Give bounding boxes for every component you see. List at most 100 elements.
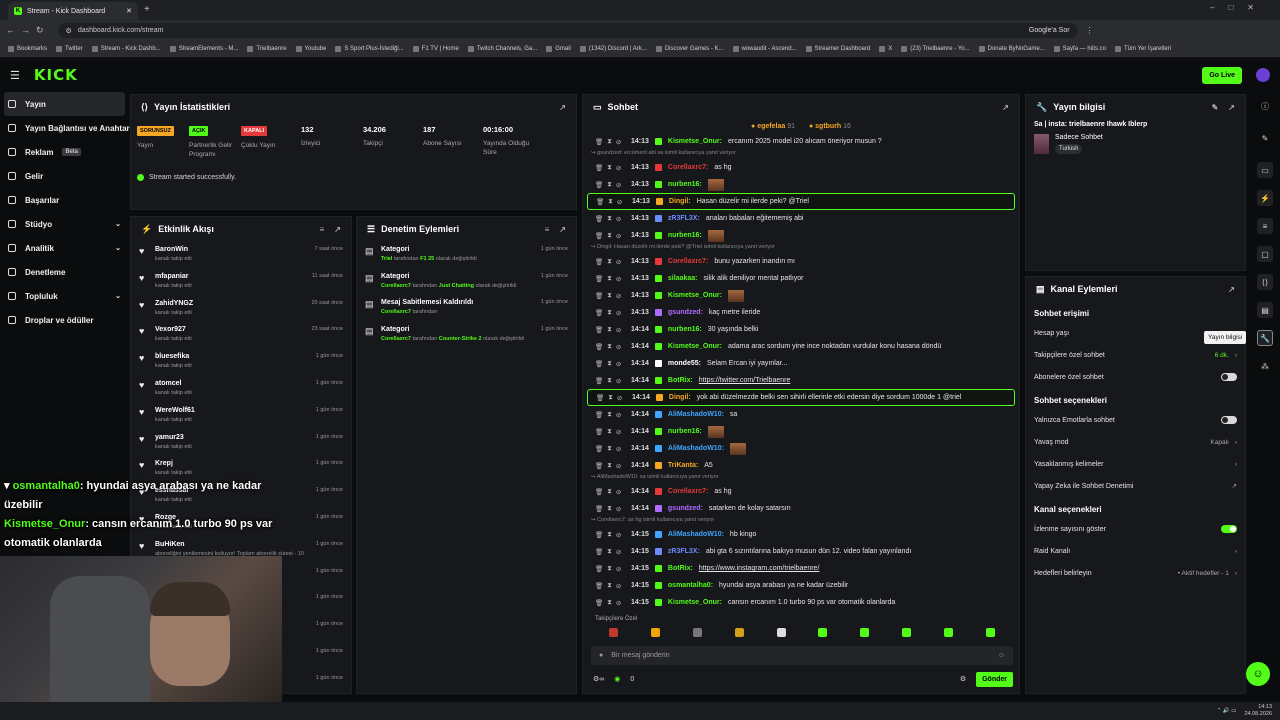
sidebar-item-1[interactable]: Yayın Bağlantısı ve Anahtar (0, 116, 130, 140)
bookmark-item[interactable]: wowaudit - Ascend... (732, 46, 797, 52)
bookmark-item[interactable]: Twitter (56, 46, 83, 52)
mod-tools[interactable]: 🗑 ⧗ ⊘ (595, 343, 625, 351)
delete-icon[interactable]: 🗑 (595, 582, 603, 590)
chat-message[interactable]: 🗑 ⧗ ⊘ 14:14 nurben16: (583, 423, 1019, 440)
delete-icon[interactable]: 🗑 (595, 565, 603, 573)
timeout-icon[interactable]: ⧗ (607, 548, 612, 556)
mod-user[interactable]: Corellaxrc7 (381, 283, 411, 289)
user-avatar[interactable] (1256, 68, 1270, 82)
timeout-icon[interactable]: ⧗ (607, 292, 612, 300)
bookmark-item[interactable]: Twitch Channels, Ga... (467, 46, 537, 52)
nav-arrows-icon[interactable]: ←→↻ (6, 25, 50, 36)
chat-message[interactable]: 🗑 ⧗ ⊘ 14:14 nurben16: 30 yaşında belki (583, 321, 1019, 338)
bookmark-item[interactable]: (1342) Discord | Ark... (579, 46, 647, 52)
message-user[interactable]: Corellaxrc7: (668, 258, 708, 265)
ban-icon[interactable]: ⊘ (616, 181, 621, 189)
tray-icons[interactable]: ⌃ 🔊 ▭ (1217, 708, 1237, 714)
bookmark-item[interactable]: (23) Trielbaenre - Yo... (901, 46, 970, 52)
message-user[interactable]: AliMashadoW10: (668, 531, 724, 538)
emote-icon[interactable] (901, 627, 911, 637)
message-text[interactable]: https://twitter.com/Trielbaenre (699, 377, 791, 384)
sidebar-item-2[interactable]: Reklam Beta (0, 140, 129, 164)
ban-icon[interactable]: ⊘ (617, 394, 622, 402)
message-user[interactable]: osmantalha0: (668, 582, 713, 589)
message-user[interactable]: monde55: (668, 360, 701, 367)
sidebar-item-4[interactable]: Başarılar (0, 188, 129, 212)
popout-icon[interactable]: ↗ (559, 225, 566, 234)
chevron-right-icon[interactable]: › (1235, 570, 1237, 577)
bookmark-item[interactable]: StreamElements - M... (169, 46, 238, 52)
mod-tools[interactable]: 🗑 ⧗ ⊘ (595, 505, 625, 513)
chat-rail-icon[interactable]: ▢ (1257, 246, 1273, 262)
mod-user[interactable]: Corellaxrc7 (381, 336, 411, 342)
activity-user[interactable]: atomcel (155, 380, 192, 387)
chat-message[interactable]: 🗑 ⧗ ⊘ 14:15 Kismetse_Onur: cansın ercanım 1.0… (583, 594, 1019, 611)
mod-tools[interactable]: 🗑 ⧗ ⊘ (595, 565, 625, 573)
message-user[interactable]: Dingil: (669, 394, 691, 401)
message-user[interactable]: Kismetse_Onur: (668, 292, 722, 299)
delete-icon[interactable]: 🗑 (595, 428, 603, 436)
ban-icon[interactable]: ⊘ (616, 488, 621, 496)
ban-icon[interactable]: ⊘ (616, 343, 621, 351)
option-2[interactable]: Abonelere özel sohbet (1026, 366, 1245, 388)
message-user[interactable]: gsundzed: (668, 505, 703, 512)
delete-icon[interactable]: 🗑 (595, 377, 603, 385)
mod-tools[interactable]: 🗑 ⧗ ⊘ (596, 198, 626, 206)
timeout-icon[interactable]: ⧗ (607, 531, 612, 539)
chat-message[interactable]: 🗑 ⧗ ⊘ 14:15 BotRix: https://www.instagram.com… (583, 560, 1019, 577)
delete-icon[interactable]: 🗑 (595, 445, 603, 453)
timeout-icon[interactable]: ⧗ (607, 309, 612, 317)
list-icon[interactable]: ≡ (1257, 218, 1273, 234)
message-user[interactable]: Kismetse_Onur: (668, 599, 722, 606)
message-user[interactable]: zR3FL3X: (668, 548, 700, 555)
toggle[interactable] (1221, 525, 1237, 533)
delete-icon[interactable]: 🗑 (595, 275, 603, 283)
wrench-rail-icon[interactable]: 🔧 (1257, 330, 1273, 346)
timeout-icon[interactable]: ⧗ (607, 411, 612, 419)
chat-tools-icon[interactable]: ⚙∞ (593, 675, 604, 683)
delete-icon[interactable]: 🗑 (595, 343, 603, 351)
emoji-icon[interactable]: ☺ (998, 652, 1005, 659)
send-button[interactable]: Gönder (976, 671, 1013, 687)
info-icon[interactable]: ⓘ (1257, 98, 1273, 114)
timeout-icon[interactable]: ⧗ (607, 428, 612, 436)
activity-user[interactable]: WereWolf61 (155, 407, 195, 414)
option-1[interactable]: Takipçilere özel sohbet 6 dk. › (1026, 344, 1245, 366)
ban-icon[interactable]: ⊘ (616, 565, 621, 573)
popout-icon[interactable]: ↗ (559, 103, 566, 112)
chat-message[interactable]: 🗑 ⧗ ⊘ 14:15 AliMashadoW10: hb kingo (583, 526, 1019, 543)
timeout-icon[interactable]: ⧗ (607, 565, 612, 573)
message-user[interactable]: AliMashadoW10: (668, 411, 724, 418)
bookmark-item[interactable]: Bookmarks (8, 46, 47, 52)
message-user[interactable]: nurben16: (668, 428, 702, 435)
chat-message[interactable]: 🗑 ⧗ ⊘ 14:15 osmantalha0: hyundai asya arabası… (583, 577, 1019, 594)
sidebar-item-0[interactable]: Yayın (4, 92, 125, 116)
emote-icon[interactable] (860, 627, 870, 637)
toggle[interactable] (1221, 416, 1237, 424)
mod-tools[interactable]: 🗑 ⧗ ⊘ (595, 232, 625, 240)
chat-message[interactable]: 🗑 ⧗ ⊘ 14:14 AliMashadoW10: (583, 440, 1019, 457)
go-live-button[interactable]: Go Live (1202, 66, 1242, 84)
chat-input[interactable]: ● Bir mesaj gönderin ☺ (591, 646, 1013, 665)
external-link-icon[interactable]: ↗ (1232, 482, 1237, 490)
mod-tools[interactable]: 🗑 ⧗ ⊘ (595, 326, 625, 334)
delete-icon[interactable]: 🗑 (595, 258, 603, 266)
actions-rail-icon[interactable]: ▤ (1257, 302, 1273, 318)
timeout-icon[interactable]: ⧗ (607, 582, 612, 590)
activity-user[interactable]: Krepj (155, 460, 192, 467)
emote-icon[interactable] (776, 627, 786, 637)
option-5[interactable]: Yasaklanmış kelimeler › (1026, 453, 1245, 475)
timeout-icon[interactable]: ⧗ (607, 258, 612, 266)
bookmark-item[interactable]: F1 TV | Home (412, 46, 459, 52)
popout-icon[interactable]: ↗ (1228, 103, 1235, 112)
activity-user[interactable]: bluesefika (155, 353, 192, 360)
emote-icon[interactable] (609, 627, 619, 637)
chat-message[interactable]: 🗑 ⧗ ⊘ 14:13 Dingil: Hasan düzelir mi ilerde p… (587, 193, 1015, 210)
chevron-down-icon[interactable]: ⌄ (115, 220, 121, 228)
message-user[interactable]: zR3FL3X: (668, 215, 700, 222)
timeout-icon[interactable]: ⧗ (607, 462, 612, 470)
option-7[interactable]: İzlenme sayısını göster (1026, 518, 1245, 540)
timeout-icon[interactable]: ⧗ (607, 181, 612, 189)
ban-icon[interactable]: ⊘ (616, 292, 621, 300)
mod-tools[interactable]: 🗑 ⧗ ⊘ (595, 138, 625, 146)
